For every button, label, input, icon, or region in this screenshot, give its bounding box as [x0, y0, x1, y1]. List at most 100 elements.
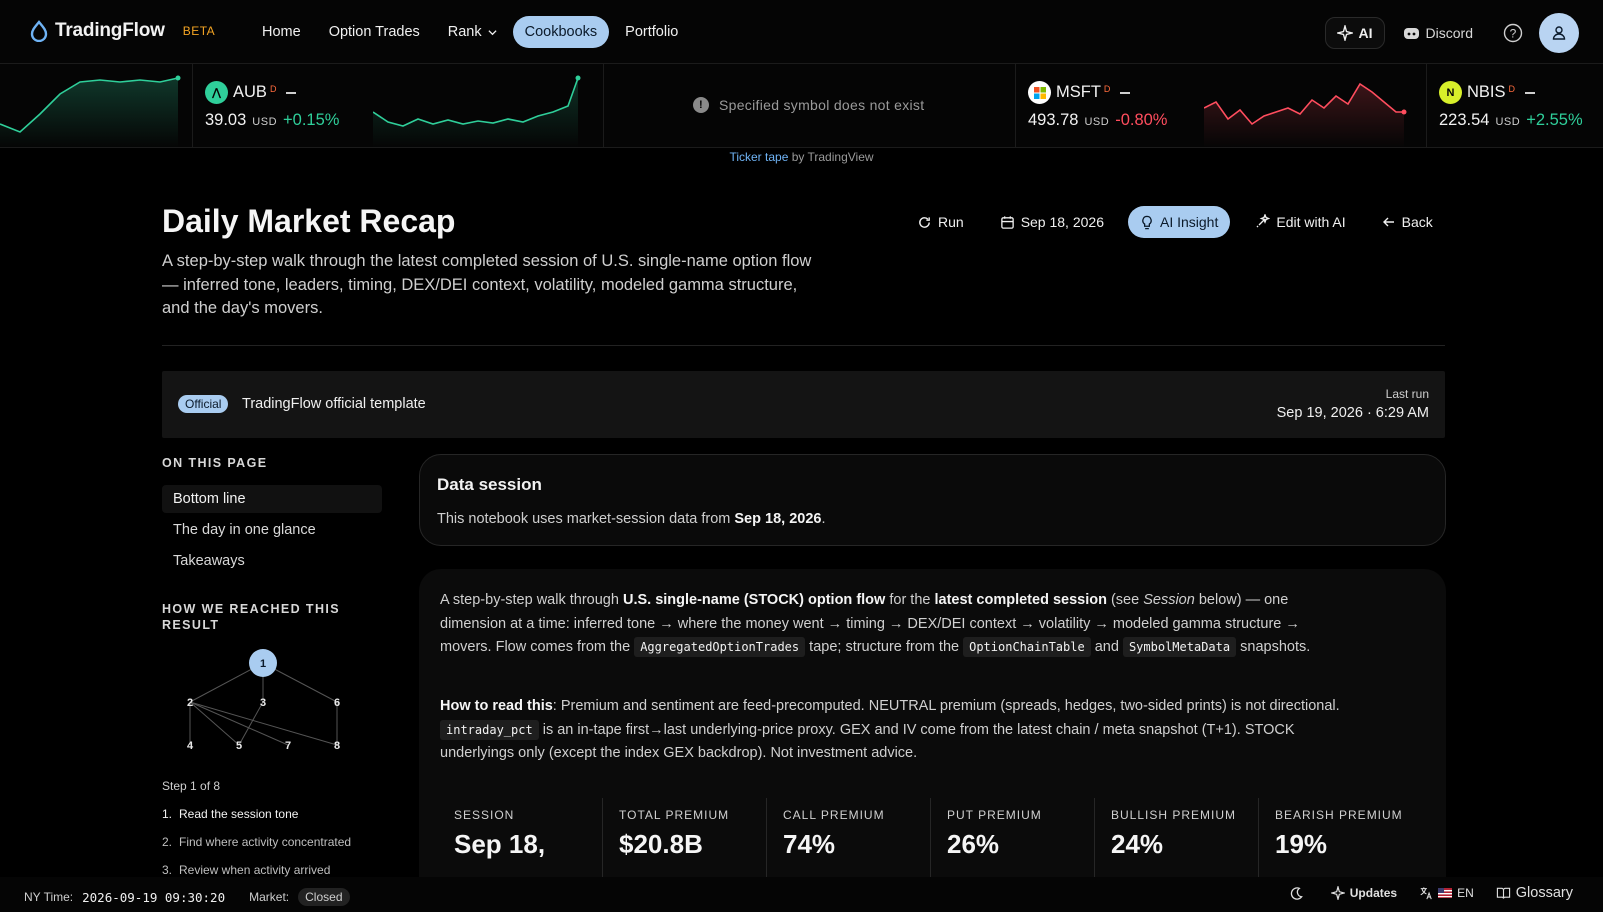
price-value: 493.78: [1028, 111, 1079, 129]
ticker-cell-error: ! Specified symbol does not exist: [604, 64, 1016, 148]
ticker-cell-nbis[interactable]: N NBIS D 223.54 USD +2.55%: [1427, 64, 1603, 148]
nbis-logo-icon: N: [1439, 81, 1462, 104]
discord-icon: [1403, 27, 1419, 39]
official-badge: Official: [178, 395, 229, 413]
run-button[interactable]: Run: [905, 206, 976, 238]
symbol-label: AUB: [233, 83, 267, 101]
data-session-card: Data session This notebook uses market-s…: [419, 454, 1446, 546]
run-label: Run: [938, 214, 964, 230]
stat-session: SESSION Sep 18,: [438, 798, 602, 878]
step-number: 3.: [162, 863, 173, 877]
step-number: 2.: [162, 835, 173, 849]
brand-logo[interactable]: TradingFlow BETA: [28, 20, 215, 42]
nav-rank[interactable]: Rank: [436, 16, 509, 48]
ticker-price: 39.03 USD +0.15%: [205, 111, 339, 130]
toc-bottom-line[interactable]: Bottom line: [162, 485, 382, 513]
ai-button[interactable]: AI: [1324, 17, 1385, 49]
market-label: Market:: [249, 890, 290, 904]
price-value: 39.03: [205, 111, 247, 129]
sparkline-chart: [0, 75, 181, 148]
step-label: Read the session tone: [179, 807, 299, 821]
language-selector[interactable]: EN: [1419, 886, 1474, 900]
graph-node-4[interactable]: 4: [187, 740, 194, 752]
ticker-cell-msft[interactable]: MSFT D 493.78 USD -0.80%: [1016, 64, 1427, 148]
step-item[interactable]: 3. Review when activity arrived: [162, 863, 351, 877]
code-option-chain: OptionChainTable: [963, 637, 1091, 657]
step-number: 1.: [162, 807, 173, 821]
ticker-cell-aub[interactable]: ⋀ AUB D 39.03 USD +0.15%: [193, 64, 604, 148]
stat-bearish-premium: BEARISH PREMIUM 19%: [1258, 798, 1422, 878]
edit-label: Edit with AI: [1276, 214, 1346, 230]
step-counter: Step 1 of 8: [162, 779, 221, 793]
refresh-icon: [919, 216, 930, 228]
data-session-heading: Data session: [437, 475, 542, 494]
last-run-label: Last run: [1385, 387, 1429, 401]
stat-put-premium: PUT PREMIUM 26%: [930, 798, 1094, 878]
nav-option-trades[interactable]: Option Trades: [317, 16, 432, 48]
edit-with-ai-button[interactable]: Edit with AI: [1242, 206, 1357, 238]
chevron-down-icon: [488, 29, 497, 35]
credit-text: by TradingView: [788, 150, 874, 164]
msft-logo-icon: [1028, 81, 1051, 104]
nav-home[interactable]: Home: [250, 16, 313, 48]
session-date: Sep 18, 2026: [734, 511, 822, 527]
top-navigation: TradingFlow BETA Home Option Trades Rank…: [0, 0, 1603, 63]
ny-time-label: NY Time:: [24, 890, 74, 904]
last-run-value: Sep 19, 2026 · 6:29 AM: [1276, 405, 1429, 421]
ai-insight-label: AI Insight: [1159, 214, 1219, 230]
stat-label: SESSION: [454, 808, 515, 822]
sparkle-icon: [1330, 886, 1345, 900]
nav-portfolio[interactable]: Portfolio: [613, 16, 690, 48]
graph-node-3[interactable]: 3: [260, 697, 266, 709]
graph-node-6[interactable]: 6: [334, 697, 340, 709]
tradingflow-logo-icon: [30, 20, 48, 42]
toc-takeaways[interactable]: Takeaways: [162, 547, 382, 575]
change-percent: +0.15%: [283, 111, 340, 129]
ai-insight-button[interactable]: AI Insight: [1127, 206, 1231, 238]
stat-total-premium: TOTAL PREMIUM $20.8B: [602, 798, 766, 878]
step-item[interactable]: 2. Find where activity concentrated: [162, 835, 351, 849]
us-flag-icon: [1438, 888, 1453, 898]
user-avatar[interactable]: [1539, 13, 1579, 53]
updates-button[interactable]: Updates: [1330, 886, 1397, 900]
ticker-price: 493.78 USD -0.80%: [1028, 111, 1167, 130]
status-dash: [1525, 91, 1536, 94]
glossary-label: Glossary: [1515, 885, 1573, 901]
graph-node-7[interactable]: 7: [285, 740, 291, 752]
graph-node-1[interactable]: 1: [260, 658, 266, 670]
back-label: Back: [1401, 214, 1433, 230]
ticker-credit: Ticker tape by TradingView: [0, 150, 1603, 164]
ticker-cell-partial[interactable]: [0, 64, 193, 148]
code-symbol-meta: SymbolMetaData: [1122, 637, 1237, 657]
step-item[interactable]: 1. Read the session tone: [162, 807, 351, 821]
ticker-symbol: ⋀ AUB D: [205, 81, 297, 104]
glossary-button[interactable]: Glossary: [1496, 885, 1573, 901]
date-picker-button[interactable]: Sep 18, 2026: [988, 206, 1116, 238]
translate-icon: [1420, 887, 1432, 900]
graph-node-8[interactable]: 8: [334, 740, 340, 752]
change-percent: -0.80%: [1115, 111, 1168, 129]
discord-link[interactable]: Discord: [1403, 25, 1473, 41]
graph-node-5[interactable]: 5: [236, 740, 242, 752]
page-actions: Run Sep 18, 2026 AI Insight Edit with AI…: [905, 206, 1457, 238]
template-name: TradingFlow official template: [242, 396, 426, 412]
graph-node-2[interactable]: 2: [187, 697, 193, 709]
nav-cookbooks[interactable]: Cookbooks: [512, 16, 610, 48]
back-button[interactable]: Back: [1370, 206, 1445, 238]
toc-day-glance[interactable]: The day in one glance: [162, 516, 382, 544]
currency: USD: [1495, 116, 1521, 128]
stat-label: TOTAL PREMIUM: [619, 808, 730, 822]
symbol-error: ! Specified symbol does not exist: [693, 97, 924, 113]
ticker-symbol: N NBIS D: [1439, 81, 1536, 104]
nav-rank-label: Rank: [447, 24, 482, 40]
moon-icon[interactable]: [1289, 886, 1304, 901]
tradingview-link[interactable]: Ticker tape: [729, 150, 788, 164]
error-text: Specified symbol does not exist: [719, 97, 925, 113]
price-value: 223.54: [1439, 111, 1490, 129]
intro-paragraph: A step-by-step walk through U.S. single-…: [440, 592, 1311, 657]
help-icon[interactable]: ?: [1503, 23, 1523, 43]
ai-label: AI: [1358, 25, 1373, 41]
ticker-symbol: MSFT D: [1028, 81, 1131, 104]
text-part: .: [821, 511, 826, 527]
summary-stats: SESSION Sep 18, TOTAL PREMIUM $20.8B CALL …: [438, 798, 1422, 878]
